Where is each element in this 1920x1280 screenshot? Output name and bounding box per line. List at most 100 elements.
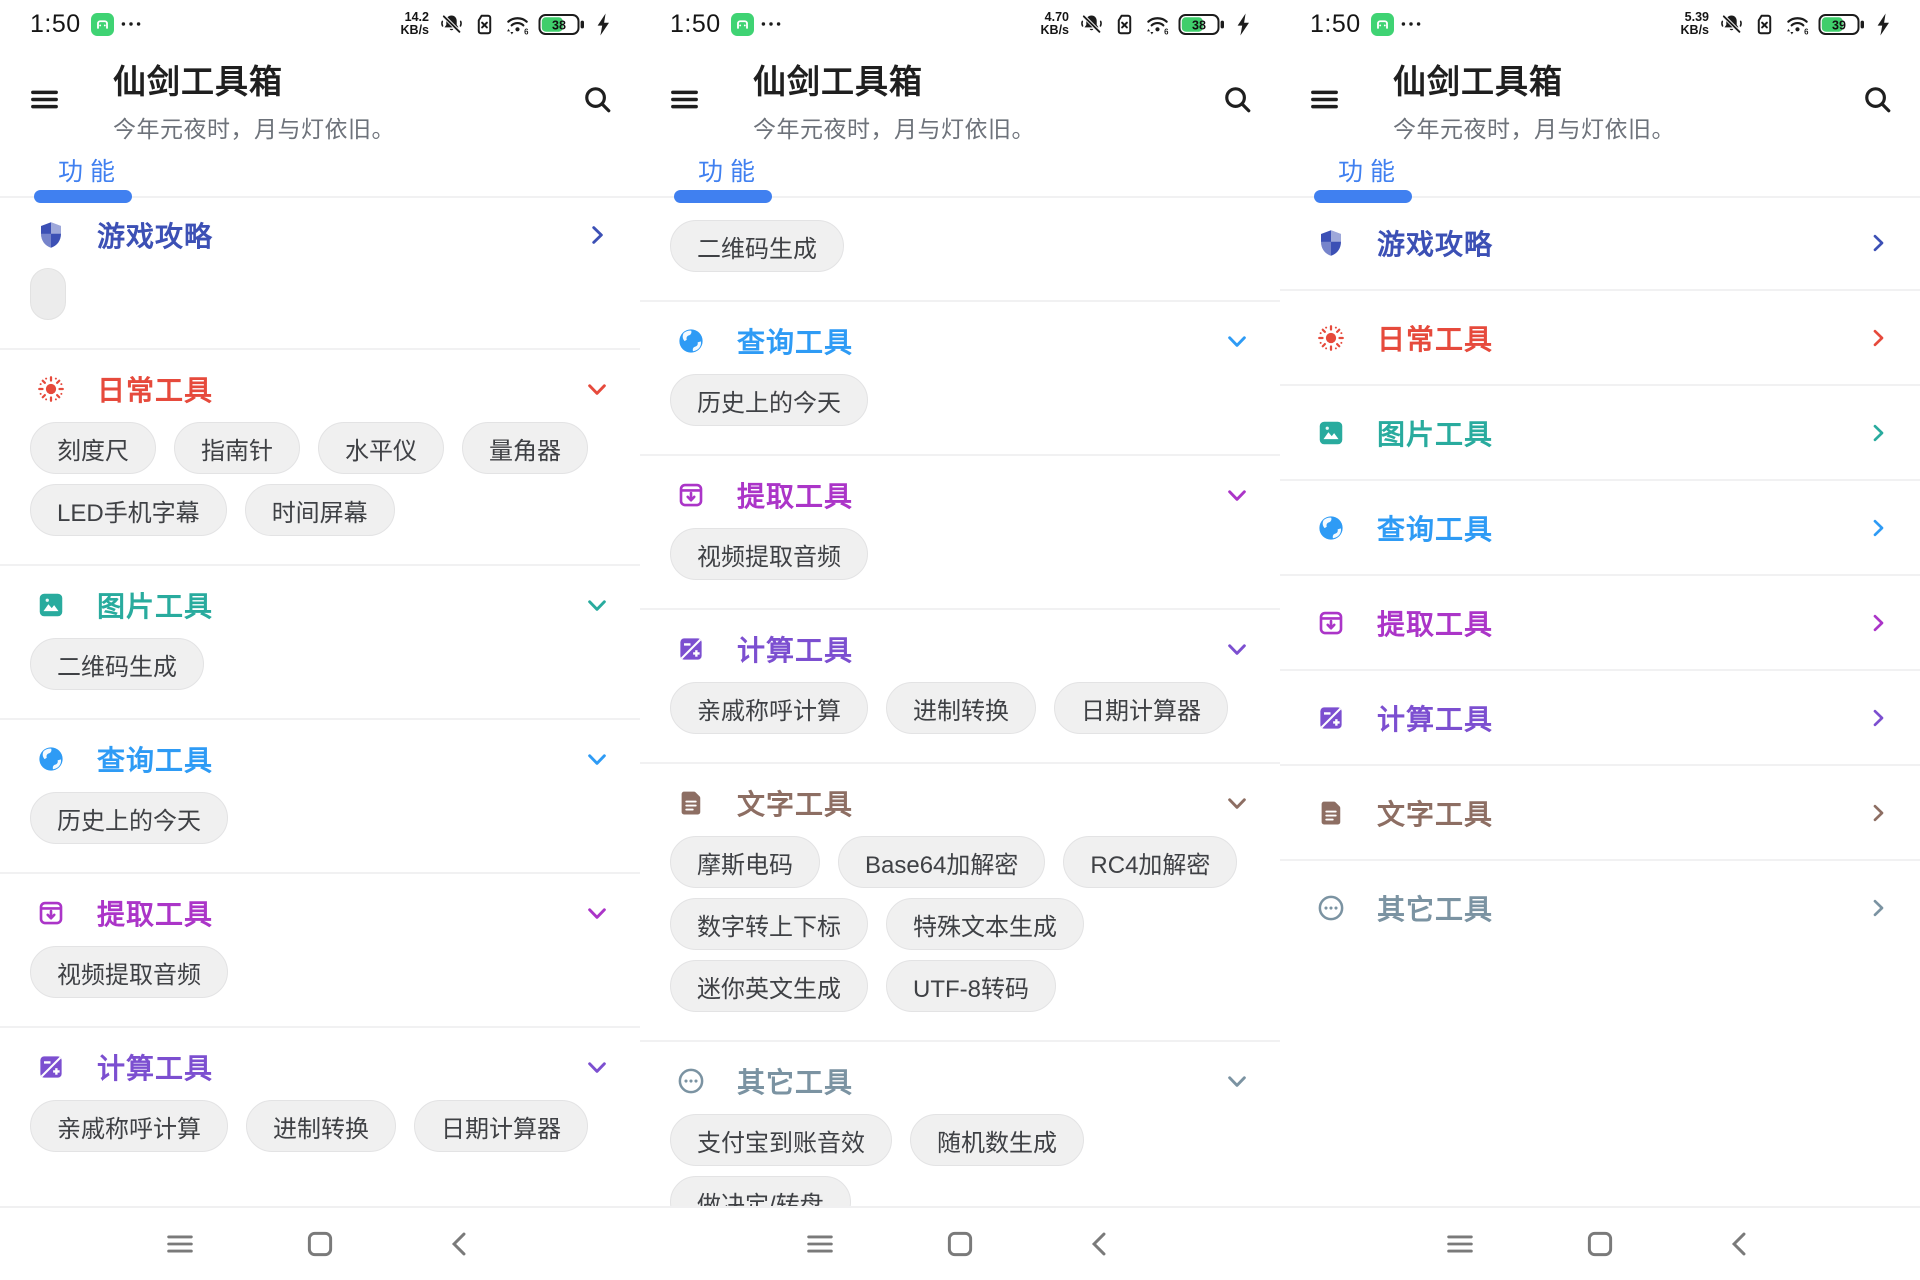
tool-chip[interactable]: 时间屏幕	[245, 484, 395, 536]
speed-unit: KB/s	[401, 24, 429, 37]
section-title: 提取工具	[97, 893, 213, 933]
tool-chip[interactable]: UTF-8转码	[886, 960, 1056, 1012]
home-button[interactable]	[1583, 1227, 1617, 1261]
back-icon	[443, 1227, 477, 1261]
section-header[interactable]: 图片工具	[0, 576, 640, 634]
category-row[interactable]: 文字工具	[1280, 766, 1920, 861]
tab-features[interactable]: 功能	[58, 152, 122, 188]
section-header[interactable]: 计算工具	[0, 1038, 640, 1096]
tool-chip[interactable]: 量角器	[462, 422, 588, 474]
section-header[interactable]: 日常工具	[0, 360, 640, 418]
section-title: 计算工具	[97, 1047, 213, 1087]
tool-chip[interactable]: RC4加解密	[1063, 836, 1237, 888]
recents-icon	[803, 1227, 837, 1261]
tool-chip[interactable]: 二维码生成	[30, 638, 204, 690]
tab-active-indicator	[674, 190, 772, 203]
chevron-right-icon	[1866, 896, 1890, 920]
svg-text:39: 39	[1832, 18, 1846, 32]
tool-chip[interactable]: 支付宝到账音效	[670, 1114, 892, 1166]
category-row[interactable]: 计算工具	[1280, 671, 1920, 766]
tool-chip[interactable]: 特殊文本生成	[886, 898, 1084, 950]
tool-chip[interactable]: 视频提取音频	[670, 528, 868, 580]
search-button[interactable]	[1221, 83, 1254, 116]
recents-button[interactable]	[803, 1227, 837, 1261]
category-row[interactable]: 日常工具	[1280, 291, 1920, 386]
hamburger-menu-button[interactable]	[28, 83, 61, 116]
bell-muted-icon	[439, 12, 464, 37]
tool-chip[interactable]: 数字转上下标	[670, 898, 868, 950]
search-button[interactable]	[1861, 83, 1894, 116]
section-header[interactable]: 文字工具	[640, 774, 1280, 832]
tool-chip[interactable]: 做决定/转盘	[670, 1176, 851, 1206]
category-row[interactable]: 提取工具	[1280, 576, 1920, 671]
tab-bar: 功能	[0, 150, 640, 198]
hamburger-menu-button[interactable]	[668, 83, 701, 116]
svg-text:38: 38	[552, 18, 566, 32]
section-title: 文字工具	[1377, 793, 1493, 833]
tool-section: 查询工具 历史上的今天	[640, 302, 1280, 456]
chevron-down-icon	[584, 376, 610, 402]
tool-chip[interactable]: 刻度尺	[30, 422, 156, 474]
recents-button[interactable]	[1443, 1227, 1477, 1261]
home-button[interactable]	[303, 1227, 337, 1261]
tab-bar: 功能	[1280, 150, 1920, 198]
more-dots-icon	[758, 11, 784, 37]
back-button[interactable]	[443, 1227, 477, 1261]
home-button[interactable]	[943, 1227, 977, 1261]
tool-chip[interactable]: 日期计算器	[414, 1100, 588, 1152]
tool-chip[interactable]: LED手机字幕	[30, 484, 227, 536]
section-header[interactable]: 提取工具	[640, 466, 1280, 524]
tool-chip[interactable]: 亲戚称呼计算	[670, 682, 868, 734]
category-row[interactable]: 查询工具	[1280, 481, 1920, 576]
section-header[interactable]: 提取工具	[0, 884, 640, 942]
section-title: 其它工具	[1377, 888, 1493, 928]
tab-features[interactable]: 功能	[1338, 152, 1402, 188]
back-button[interactable]	[1083, 1227, 1117, 1261]
section-header[interactable]: 查询工具	[0, 730, 640, 788]
section-header[interactable]: 游戏攻略	[0, 206, 640, 264]
section-title: 查询工具	[737, 321, 853, 361]
section-header[interactable]: 计算工具	[640, 620, 1280, 678]
tool-chip[interactable]: 二维码生成	[670, 220, 844, 272]
app-title: 仙剑工具箱	[113, 55, 581, 103]
category-row[interactable]: 其它工具	[1280, 861, 1920, 954]
tool-section: 其它工具 支付宝到账音效随机数生成做决定/转盘	[640, 1042, 1280, 1206]
back-button[interactable]	[1723, 1227, 1757, 1261]
category-row[interactable]: 游戏攻略	[1280, 196, 1920, 291]
status-bar: 1:50 5.39KB/s 6 39	[1280, 0, 1920, 48]
clock-text: 1:50	[30, 10, 81, 39]
tool-chip[interactable]: 视频提取音频	[30, 946, 228, 998]
tool-chip[interactable]: 进制转换	[886, 682, 1036, 734]
section-header[interactable]: 其它工具	[640, 1052, 1280, 1110]
app-subtitle: 今年元夜时，月与灯依旧。	[1393, 110, 1861, 144]
tool-chip[interactable]: 随机数生成	[910, 1114, 1084, 1166]
hamburger-menu-button[interactable]	[1308, 83, 1341, 116]
svg-text:38: 38	[1192, 18, 1206, 32]
tool-chip[interactable]: 迷你英文生成	[670, 960, 868, 1012]
tool-chip[interactable]: 进制转换	[246, 1100, 396, 1152]
tool-chip[interactable]: 摩斯电码	[670, 836, 820, 888]
tool-chip[interactable]: 历史上的今天	[670, 374, 868, 426]
tool-chip[interactable]: 亲戚称呼计算	[30, 1100, 228, 1152]
tool-chip[interactable]: 水平仪	[318, 422, 444, 474]
recents-button[interactable]	[163, 1227, 197, 1261]
app-title-block: 仙剑工具箱 今年元夜时，月与灯依旧。	[753, 55, 1221, 144]
tool-chip[interactable]: 日期计算器	[1054, 682, 1228, 734]
chip-group: 亲戚称呼计算进制转换日期计算器	[640, 678, 1280, 734]
clock-text: 1:50	[670, 10, 721, 39]
section-header[interactable]: 查询工具	[640, 312, 1280, 370]
tab-features[interactable]: 功能	[698, 152, 762, 188]
battery-indicator: 38	[1178, 12, 1226, 37]
tool-chip[interactable]: 历史上的今天	[30, 792, 228, 844]
status-bar: 1:50 4.70KB/s 6 38	[640, 0, 1280, 48]
chevron-right-icon	[1866, 421, 1890, 445]
chip-group: 亲戚称呼计算进制转换日期计算器	[0, 1096, 640, 1152]
status-icons: 14.2KB/s 6 38	[401, 11, 612, 37]
category-row[interactable]: 图片工具	[1280, 386, 1920, 481]
archive-icon	[36, 898, 66, 928]
tool-chip[interactable]: 指南针	[174, 422, 300, 474]
tool-chip[interactable]: Base64加解密	[838, 836, 1045, 888]
search-button[interactable]	[581, 83, 614, 116]
wifi-6-icon: 6	[505, 12, 530, 37]
more-circle-icon	[1316, 893, 1346, 923]
